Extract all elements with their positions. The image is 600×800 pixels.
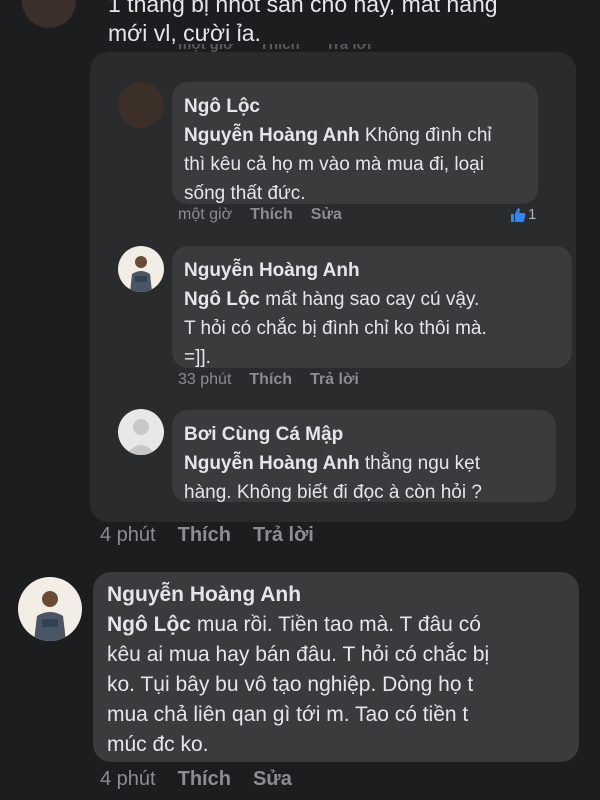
main-comment-line2: kêu ai mua hay bán đâu. T hỏi có chắc bị — [107, 643, 490, 666]
like-button[interactable]: Thích — [250, 206, 293, 224]
reply-button[interactable]: Trả lời — [310, 371, 359, 389]
reply-text: Ngô Lộc mất hàng sao cay cú vậy. — [184, 285, 560, 314]
main-edit-button[interactable]: Sửa — [253, 768, 292, 791]
reply-text-line2: thì kêu cả họ m vào mà mua đi, loại — [184, 154, 484, 175]
reaction-count-value: 1 — [528, 206, 537, 223]
top-comment-time: một giờ — [178, 44, 234, 53]
reply-bubble-ngo-loc: Ngô Lộc Nguyễn Hoàng Anh Không đình chỉ … — [172, 82, 538, 204]
reply-meta-ngo-loc: một giờ Thích Sửa — [178, 206, 342, 224]
reply-author[interactable]: Ngô Lộc — [184, 92, 526, 121]
reply-text-line3: =]]. — [184, 347, 211, 368]
main-comment-line5: múc đc ko. — [107, 733, 209, 756]
reply-text-line3: sống thất đức. — [184, 183, 306, 204]
reply-text-line2: T hỏi có chắc bị đình chỉ ko thôi mà. — [184, 318, 487, 339]
main-comment-author[interactable]: Nguyễn Hoàng Anh — [107, 580, 565, 610]
reply-text-line1: thằng ngu kẹt — [359, 453, 481, 474]
top-comment-meta: một giờ Thích Trả lời — [178, 44, 371, 58]
reply-text: Nguyễn Hoàng Anh thằng ngu kẹt — [184, 449, 544, 478]
mention-link[interactable]: Ngô Lộc — [107, 613, 191, 636]
reply-text: Nguyễn Hoàng Anh Không đình chỉ — [184, 121, 526, 150]
reply-text-line1: Không đình chỉ — [359, 125, 492, 146]
main-like-button[interactable]: Thích — [178, 768, 231, 791]
main-comment-meta: 4 phút Thích Sửa — [100, 768, 292, 791]
reply-author[interactable]: Nguyễn Hoàng Anh — [184, 256, 560, 285]
main-comment-line4: mua chả liên qan gì tới m. Tao có tiền t — [107, 703, 469, 726]
avatar-top[interactable] — [22, 0, 76, 28]
mention-link[interactable]: Nguyễn Hoàng Anh — [184, 125, 360, 146]
main-comment-line3: ko. Tụi bây bu vô tạo nghiệp. Dòng họ t — [107, 673, 474, 696]
top-comment-like[interactable]: Thích — [260, 44, 300, 58]
main-comment-text: Ngô Lộc mua rồi. Tiền tao mà. T đâu có — [107, 610, 565, 640]
reply-author[interactable]: Bơi Cùng Cá Mập — [184, 420, 544, 449]
reply-meta-nguyen-hoang-anh: 33 phút Thích Trả lời — [178, 371, 359, 389]
reply-text-line1: mất hàng sao cay cú vậy. — [260, 289, 480, 310]
reply-bubble-nguyen-hoang-anh: Nguyễn Hoàng Anh Ngô Lộc mất hàng sao ca… — [172, 246, 572, 368]
thumbs-up-icon — [510, 207, 526, 223]
top-comment-line1: 1 tháng bị nhốt sàn cho hay, mất hàng — [108, 0, 498, 17]
like-button[interactable]: Thích — [249, 371, 292, 389]
reply-time[interactable]: một giờ — [178, 206, 232, 224]
parent-time[interactable]: 4 phút — [100, 524, 156, 547]
top-comment-text: 1 tháng bị nhốt sàn cho hay, mất hàng mớ… — [108, 0, 498, 48]
parent-like-button[interactable]: Thích — [178, 524, 231, 547]
parent-comment-meta: 4 phút Thích Trả lời — [100, 524, 314, 547]
reaction-count[interactable]: 1 — [510, 206, 536, 223]
reply-text-line2: hàng. Không biết đi đọc à còn hỏi ? — [184, 482, 482, 503]
avatar-ngo-loc[interactable] — [118, 82, 164, 128]
avatar-boi-cung-ca-map[interactable] — [118, 409, 164, 455]
reply-time[interactable]: 33 phút — [178, 371, 231, 389]
main-comment-time[interactable]: 4 phút — [100, 768, 156, 791]
mention-link[interactable]: Nguyễn Hoàng Anh — [184, 453, 360, 474]
top-comment-reply[interactable]: Trả lời — [326, 44, 372, 58]
edit-button[interactable]: Sửa — [311, 206, 342, 224]
mention-link[interactable]: Ngô Lộc — [184, 289, 260, 310]
avatar-main-comment[interactable] — [18, 577, 82, 641]
main-comment-line1: mua rồi. Tiền tao mà. T đâu có — [191, 613, 481, 636]
avatar-nguyen-hoang-anh[interactable] — [118, 246, 164, 292]
main-comment-bubble: Nguyễn Hoàng Anh Ngô Lộc mua rồi. Tiền t… — [93, 572, 579, 762]
parent-reply-button[interactable]: Trả lời — [253, 524, 314, 547]
reply-bubble-boi-cung-ca-map: Bơi Cùng Cá Mập Nguyễn Hoàng Anh thằng n… — [172, 410, 556, 503]
